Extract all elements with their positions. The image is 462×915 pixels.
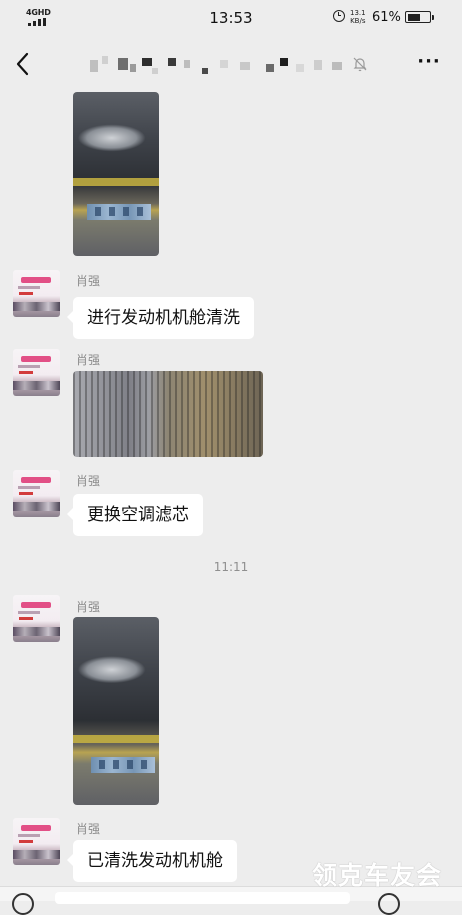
more-button[interactable]: ··· bbox=[412, 52, 446, 76]
avatar[interactable] bbox=[13, 818, 60, 865]
back-button[interactable] bbox=[12, 50, 36, 78]
sender-name: 肖强 bbox=[76, 274, 101, 288]
sender-name: 肖强 bbox=[76, 822, 101, 836]
grille-stripe bbox=[73, 178, 159, 186]
time-divider: 11:11 bbox=[213, 560, 249, 574]
battery-level-fill bbox=[407, 13, 420, 21]
chat-title-redacted bbox=[90, 54, 350, 80]
message-bubble[interactable]: 已清洗发动机机舱 bbox=[67, 840, 237, 882]
message-image[interactable] bbox=[73, 371, 263, 457]
more-icon: ··· bbox=[417, 51, 441, 72]
grille-stripe bbox=[73, 735, 159, 743]
message-image[interactable] bbox=[73, 92, 159, 256]
sender-name: 肖强 bbox=[76, 600, 101, 614]
avatar[interactable] bbox=[13, 595, 60, 642]
avatar[interactable] bbox=[13, 270, 60, 317]
net-speed: 13.1 KB/s bbox=[350, 9, 366, 25]
sender-name: 肖强 bbox=[76, 353, 101, 367]
message-bubble[interactable]: 更换空调滤芯 bbox=[67, 494, 203, 536]
battery-percent: 61% bbox=[372, 10, 401, 25]
net-speed-unit: KB/s bbox=[350, 17, 366, 25]
emoji-button[interactable] bbox=[378, 893, 400, 915]
bell-off-icon bbox=[353, 57, 367, 72]
watermark: 领克车友会 bbox=[312, 861, 443, 890]
mute-indicator bbox=[352, 56, 368, 76]
net-speed-value: 13.1 bbox=[350, 9, 366, 17]
status-bar: 4GHD 13:53 13.1 KB/s 61% bbox=[0, 0, 462, 36]
message-input[interactable] bbox=[55, 892, 350, 904]
license-plate-blurred bbox=[87, 204, 151, 220]
battery-icon bbox=[405, 11, 431, 23]
alarm-icon bbox=[333, 10, 345, 22]
battery-tip bbox=[432, 15, 434, 20]
avatar[interactable] bbox=[13, 470, 60, 517]
chat-header: ··· bbox=[0, 38, 462, 90]
sender-name: 肖强 bbox=[76, 474, 101, 488]
avatar[interactable] bbox=[13, 349, 60, 396]
message-image[interactable] bbox=[73, 617, 159, 805]
chevron-left-icon bbox=[16, 52, 29, 76]
license-plate-blurred bbox=[91, 757, 155, 773]
message-bubble[interactable]: 进行发动机机舱清洗 bbox=[67, 297, 254, 339]
voice-button[interactable] bbox=[12, 893, 34, 915]
